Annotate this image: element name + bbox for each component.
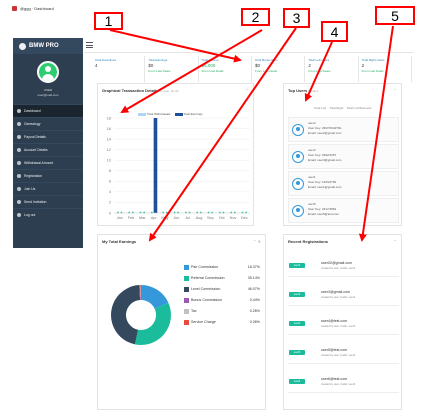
- annotation-label-4: 4: [321, 21, 348, 42]
- arrow-4: [304, 41, 333, 102]
- annotation-label-5: 5: [375, 6, 415, 25]
- arrow-2: [120, 29, 263, 114]
- annotation-label-2: 2: [241, 8, 270, 26]
- arrow-5: [358, 25, 394, 242]
- annotation-arrows: [109, 25, 394, 242]
- annotation-label-1: 1: [94, 12, 123, 30]
- arrow-3: [148, 27, 297, 242]
- arrow-1: [109, 29, 242, 63]
- annotation-label-3: 3: [283, 8, 310, 28]
- dashboard-screenshot: @ggg · Dashboard BMW PRO USER user@mail.…: [0, 0, 425, 414]
